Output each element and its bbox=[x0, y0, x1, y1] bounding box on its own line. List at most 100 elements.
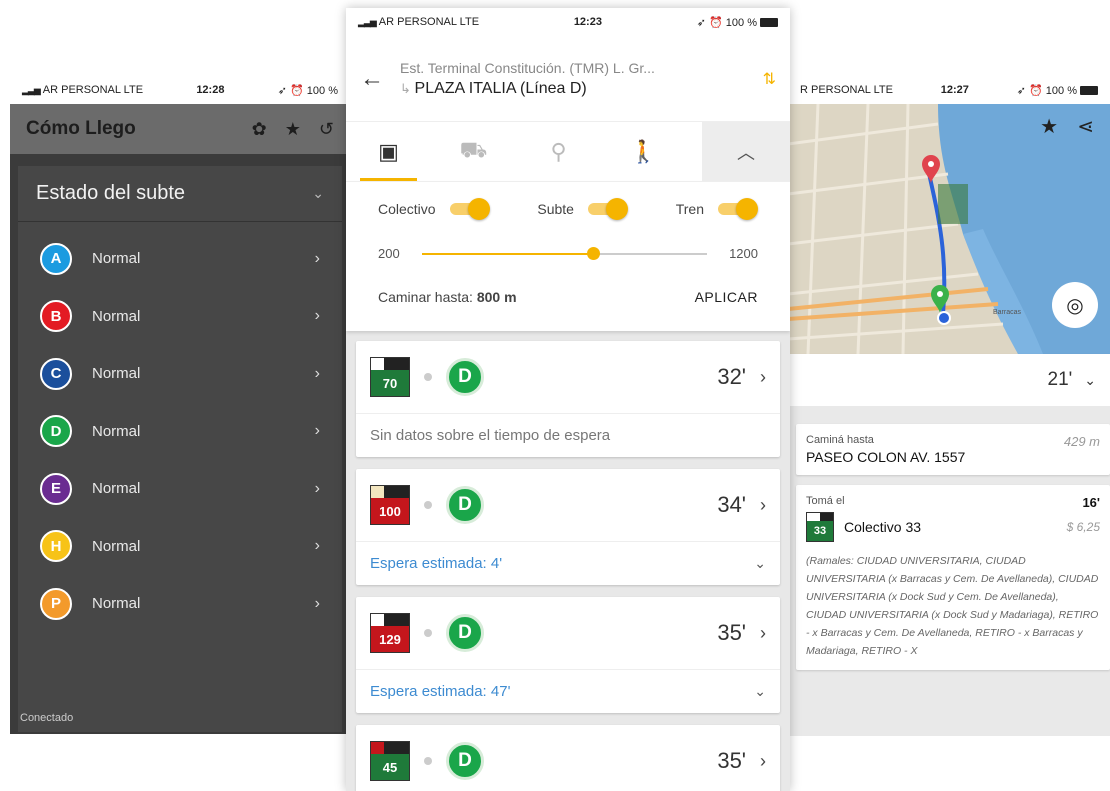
walk-icon: 🚶 bbox=[629, 138, 658, 164]
clock: 12:27 bbox=[940, 84, 969, 96]
walk-label: Caminá hasta bbox=[806, 434, 874, 446]
carrier: R PERSONAL bbox=[800, 84, 871, 96]
walk-limit-label: Caminar hasta: bbox=[378, 289, 473, 305]
walk-mode-tab[interactable]: 🚶 bbox=[601, 122, 686, 181]
subte-line-row[interactable]: P Normal › bbox=[18, 575, 342, 633]
bus-badge: 129 bbox=[370, 613, 410, 653]
location-icon: ➶ bbox=[696, 16, 706, 29]
line-badge: C bbox=[40, 357, 72, 390]
slider-track[interactable] bbox=[421, 246, 708, 260]
alarm-icon: ⏰ bbox=[290, 84, 304, 97]
trip-time: 34' bbox=[717, 492, 746, 517]
subte-line-row[interactable]: H Normal › bbox=[18, 518, 342, 576]
share-icon[interactable]: ⋖ bbox=[1077, 114, 1094, 139]
summary-time: 21' bbox=[1047, 369, 1073, 390]
slider-handle[interactable] bbox=[586, 246, 600, 260]
apply-button[interactable]: APLICAR bbox=[695, 289, 758, 305]
route-header: ← Est. Terminal Constitución. (TMR) L. G… bbox=[346, 36, 790, 121]
my-location-button[interactable]: ◎ bbox=[1052, 282, 1098, 328]
line-badge: B bbox=[40, 300, 72, 333]
line-d-badge: D bbox=[446, 614, 484, 652]
route-result-card[interactable]: 70 D 32' › Sin datos sobre el tiempo de espe… bbox=[356, 341, 780, 457]
wait-text: Espera estimada: 47' bbox=[370, 683, 511, 700]
network: LTE bbox=[873, 84, 893, 96]
wait-info[interactable]: Espera estimada: 47' ⌄ bbox=[356, 669, 780, 713]
back-arrow-icon[interactable]: ← bbox=[360, 65, 400, 93]
map-label: Barracas bbox=[993, 309, 1022, 316]
alarm-icon: ⏰ bbox=[1029, 84, 1043, 97]
tren-filter: Tren bbox=[676, 198, 758, 220]
line-status: Normal bbox=[92, 307, 141, 325]
origin[interactable]: Est. Terminal Constitución. (TMR) L. Gr.… bbox=[400, 60, 746, 76]
slider-max: 1200 bbox=[729, 246, 758, 261]
bike-mode-tab[interactable]: ⚲ bbox=[516, 122, 601, 181]
gear-icon[interactable]: ✿ bbox=[252, 119, 267, 140]
status-bar: ▂▃▅ AR PERSONAL LTE 12:28 ➶ ⏰ 100 % bbox=[10, 76, 350, 104]
history-icon[interactable]: ↺ bbox=[319, 119, 334, 140]
result-main[interactable]: 129 D 35' › bbox=[356, 597, 780, 669]
bus-step: Tomá el 16' 33 Colectivo 33 $ 6,25 (Rama… bbox=[796, 485, 1110, 670]
subte-toggle[interactable] bbox=[587, 198, 628, 220]
result-main[interactable]: 70 D 32' › bbox=[356, 341, 780, 413]
chevron-down-icon: ⌄ bbox=[754, 555, 766, 571]
tren-toggle[interactable] bbox=[718, 198, 758, 220]
battery-text: 100 % bbox=[1045, 84, 1077, 97]
swap-icon[interactable]: ⇅ bbox=[746, 69, 776, 89]
carrier: AR PERSONAL bbox=[378, 16, 457, 28]
star-icon[interactable]: ★ bbox=[1040, 114, 1058, 139]
chevron-right-icon: › bbox=[314, 422, 320, 440]
center-screen: ▂▃▅ AR PERSONAL LTE 12:23 ➶ ⏰ 100 % ← Est… bbox=[346, 8, 790, 791]
subte-lines-list: A Normal › B Normal › C Normal › D Normal › E Normal ›… bbox=[18, 222, 342, 732]
line-status: Normal bbox=[92, 537, 141, 555]
transport-modes: ▣ ⛟ ⚲ 🚶 ︿ bbox=[346, 121, 790, 181]
status-bar: R PERSONAL LTE 12:27 ➶ ⏰ 100 % bbox=[788, 76, 1110, 104]
signal-icon: ▂▃▅ bbox=[22, 85, 41, 95]
bus-number: 70 bbox=[371, 370, 409, 396]
bus-mode-tab[interactable]: ▣ bbox=[346, 122, 431, 181]
colectivo-filter: Colectivo bbox=[378, 198, 490, 220]
line-status: Normal bbox=[92, 365, 141, 383]
route-result-card[interactable]: 129 D 35' › Espera estimada: 47' ⌄ bbox=[356, 597, 780, 713]
connection-status: Conectado bbox=[20, 712, 74, 724]
subte-line-row[interactable]: A Normal › bbox=[18, 230, 342, 288]
destination[interactable]: ↳ PLAZA ITALIA (Línea D) bbox=[400, 80, 746, 98]
line-d-badge: D bbox=[446, 358, 484, 396]
tren-label: Tren bbox=[675, 201, 704, 217]
bus-number: 45 bbox=[371, 754, 409, 780]
bus-badge: 100 bbox=[370, 485, 410, 525]
walk-step: Caminá hasta PASEO COLON AV. 1557 429 m bbox=[796, 424, 1110, 475]
route-map[interactable]: Barracas ★ ⋖ ◎ bbox=[788, 104, 1110, 354]
line-status: Normal bbox=[92, 595, 141, 613]
car-icon: ⛟ bbox=[459, 137, 488, 162]
line-d-badge: D bbox=[446, 486, 484, 524]
route-result-card[interactable]: 45 D 35' › bbox=[356, 725, 780, 791]
result-main[interactable]: 100 D 34' › bbox=[356, 469, 780, 541]
bus-badge: 70 bbox=[370, 357, 410, 397]
chevron-right-icon: › bbox=[314, 364, 320, 382]
alarm-icon: ⏰ bbox=[709, 16, 723, 29]
subte-status-header[interactable]: Estado del subte ⌄ bbox=[18, 166, 342, 222]
subte-line-row[interactable]: D Normal › bbox=[18, 403, 342, 461]
star-icon[interactable]: ★ bbox=[285, 119, 301, 140]
line-d-badge: D bbox=[446, 742, 484, 780]
take-time: 16' bbox=[1082, 495, 1100, 510]
subte-line-row[interactable]: E Normal › bbox=[18, 460, 342, 518]
chevron-down-icon: ⌄ bbox=[312, 185, 324, 201]
subte-filter: Subte bbox=[537, 198, 628, 220]
collapse-filters-button[interactable]: ︿ bbox=[702, 122, 790, 181]
colectivo-toggle[interactable] bbox=[449, 198, 490, 220]
result-main[interactable]: 45 D 35' › bbox=[356, 725, 780, 791]
clock: 12:23 bbox=[573, 16, 602, 28]
app-title: Cómo Llego bbox=[26, 118, 136, 139]
clock: 12:28 bbox=[196, 84, 225, 96]
wait-info[interactable]: Espera estimada: 4' ⌄ bbox=[356, 541, 780, 585]
route-summary[interactable]: 21' ⌄ bbox=[788, 354, 1110, 406]
left-screen: ▂▃▅ AR PERSONAL LTE 12:28 ➶ ⏰ 100 % Cómo … bbox=[10, 76, 350, 734]
route-result-card[interactable]: 100 D 34' › Espera estimada: 4' ⌄ bbox=[356, 469, 780, 585]
car-mode-tab[interactable]: ⛟ bbox=[431, 122, 516, 181]
wait-info[interactable]: Sin datos sobre el tiempo de espera bbox=[356, 413, 780, 457]
subte-line-row[interactable]: C Normal › bbox=[18, 345, 342, 403]
subte-line-row[interactable]: B Normal › bbox=[18, 288, 342, 346]
chevron-right-icon: › bbox=[760, 622, 766, 643]
trip-time: 35' bbox=[717, 620, 746, 645]
